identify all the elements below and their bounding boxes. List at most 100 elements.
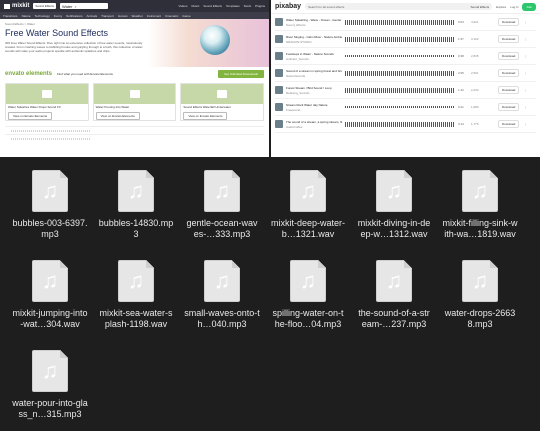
sound-author[interactable]: Relaxing_Sounds bbox=[286, 91, 342, 95]
subnav-item[interactable]: Transport bbox=[101, 14, 114, 18]
file-item[interactable]: ♫ mixkit-sea-water-splash-1198.wav bbox=[98, 260, 174, 330]
more-icon[interactable]: ⋮ bbox=[524, 37, 527, 41]
subnav-item[interactable]: Weather bbox=[132, 14, 143, 18]
music-note-icon[interactable]: ♫ bbox=[118, 260, 154, 302]
envato-cta-button[interactable]: Get Unlimited Downloads bbox=[218, 70, 264, 78]
more-icon[interactable]: ⋮ bbox=[524, 88, 527, 92]
music-note-icon[interactable]: ♫ bbox=[32, 350, 68, 392]
sound-row[interactable] bbox=[5, 134, 264, 142]
file-item[interactable]: ♫ bubbles-14830.mp3 bbox=[98, 170, 174, 240]
music-note-icon[interactable]: ♫ bbox=[376, 170, 412, 212]
play-icon[interactable] bbox=[275, 35, 283, 43]
music-note-icon[interactable]: ♫ bbox=[204, 260, 240, 302]
waveform[interactable] bbox=[345, 19, 455, 25]
subnav-item[interactable]: Game bbox=[182, 14, 190, 18]
nav-link-stock[interactable]: Stock bbox=[244, 4, 252, 8]
sound-row[interactable] bbox=[5, 126, 264, 134]
file-item[interactable]: ♫ water-drops-26638.mp3 bbox=[442, 260, 518, 330]
file-name[interactable]: mixkit-filling-sink-with-wa…1819.wav bbox=[442, 218, 518, 240]
breadcrumb[interactable]: Sound Effects > Water bbox=[5, 22, 264, 26]
sound-author[interactable]: DRAGON-STUDIO bbox=[286, 40, 342, 44]
file-name[interactable]: bubbles-003-6397.mp3 bbox=[12, 218, 88, 240]
envato-card[interactable]: Sound Effects Waterfall Underwater View … bbox=[180, 83, 265, 121]
download-button[interactable]: Download bbox=[498, 52, 520, 60]
play-icon[interactable] bbox=[217, 90, 228, 98]
file-name[interactable]: water-drops-26638.mp3 bbox=[442, 308, 518, 330]
file-name[interactable]: mixkit-sea-water-splash-1198.wav bbox=[98, 308, 174, 330]
subnav-item[interactable]: Notifications bbox=[66, 14, 82, 18]
waveform[interactable] bbox=[345, 55, 455, 57]
card-button[interactable]: View on Envato Elements bbox=[183, 112, 228, 120]
file-name[interactable]: mixkit-jumping-into-wat…304.wav bbox=[12, 308, 88, 330]
play-icon[interactable] bbox=[275, 52, 283, 60]
file-name[interactable]: spilling-water-on-the-floo…04.mp3 bbox=[270, 308, 346, 330]
waveform[interactable] bbox=[345, 121, 455, 127]
envato-card[interactable]: Water Splashes Water Drops Sound FX View… bbox=[5, 83, 89, 121]
nav-link-templates[interactable]: Templates bbox=[226, 4, 240, 8]
pixabay-logo[interactable]: pixabay bbox=[275, 3, 301, 10]
waveform[interactable] bbox=[345, 36, 455, 42]
nav-link-plugins[interactable]: Plugins bbox=[255, 4, 265, 8]
waveform[interactable] bbox=[345, 106, 455, 108]
file-item[interactable]: ♫ the-sound-of-a-stream-…237.mp3 bbox=[356, 260, 432, 330]
music-note-icon[interactable]: ♫ bbox=[204, 170, 240, 212]
pixabay-search-input[interactable]: Search for all sound effects Sound Effec… bbox=[305, 3, 493, 10]
sound-author[interactable]: Freesound bbox=[286, 108, 342, 112]
music-note-icon[interactable]: ♫ bbox=[32, 170, 68, 212]
file-item[interactable]: ♫ mixkit-deep-water-b…1321.wav bbox=[270, 170, 346, 240]
file-item[interactable]: ♫ water-pour-into-glass_n…315.mp3 bbox=[12, 350, 88, 420]
play-icon[interactable] bbox=[42, 90, 52, 98]
file-item[interactable]: ♫ bubbles-003-6397.mp3 bbox=[12, 170, 88, 240]
sound-title[interactable]: Sound of a stream in spring forest and b… bbox=[286, 69, 342, 73]
file-item[interactable]: ♫ spilling-water-on-the-floo…04.mp3 bbox=[270, 260, 346, 330]
download-button[interactable]: Download bbox=[498, 120, 520, 128]
download-button[interactable]: Download bbox=[498, 69, 520, 77]
subnav-item[interactable]: Funny bbox=[54, 14, 62, 18]
subnav-item[interactable]: Nature bbox=[22, 14, 31, 18]
card-button[interactable]: View on Envato Elements bbox=[8, 112, 53, 120]
download-button[interactable]: Download bbox=[498, 18, 520, 26]
music-note-icon[interactable]: ♫ bbox=[290, 260, 326, 302]
music-note-icon[interactable]: ♫ bbox=[462, 170, 498, 212]
waveform[interactable] bbox=[11, 137, 91, 140]
subnav-item[interactable]: Technology bbox=[35, 14, 50, 18]
file-item[interactable]: ♫ mixkit-jumping-into-wat…304.wav bbox=[12, 260, 88, 330]
mixkit-search-input[interactable]: Water ⌕ bbox=[59, 3, 108, 9]
subnav-item[interactable]: Human bbox=[118, 14, 128, 18]
join-button[interactable]: Join bbox=[522, 2, 536, 11]
subnav-item[interactable]: Transitions bbox=[3, 14, 18, 18]
play-icon[interactable] bbox=[129, 90, 140, 98]
subnav-item[interactable]: Animals bbox=[86, 14, 97, 18]
sound-author[interactable]: NatureSounds bbox=[286, 74, 342, 78]
waveform[interactable] bbox=[11, 129, 91, 132]
search-filter-select[interactable]: Sound Effects bbox=[471, 5, 490, 9]
file-item[interactable]: ♫ mixkit-diving-in-deep-w…1312.wav bbox=[356, 170, 432, 240]
file-item[interactable]: ♫ mixkit-filling-sink-with-wa…1819.wav bbox=[442, 170, 518, 240]
more-icon[interactable]: ⋮ bbox=[524, 54, 527, 58]
card-button[interactable]: View on Envato Elements bbox=[95, 112, 140, 120]
music-note-icon[interactable]: ♫ bbox=[376, 260, 412, 302]
sound-title[interactable]: Footsteps in Water - Nature Sounds bbox=[286, 52, 342, 56]
nav-link-music[interactable]: Music bbox=[191, 4, 199, 8]
music-note-icon[interactable]: ♫ bbox=[118, 170, 154, 212]
sound-author[interactable]: Sound_Effects bbox=[286, 23, 342, 27]
download-button[interactable]: Download bbox=[498, 103, 520, 111]
more-icon[interactable]: ⋮ bbox=[524, 105, 527, 109]
play-icon[interactable] bbox=[275, 69, 283, 77]
envato-card[interactable]: Water Pouring Into Water View on Envato … bbox=[92, 83, 177, 121]
file-name[interactable]: gentle-ocean-waves-…333.mp3 bbox=[184, 218, 260, 240]
more-icon[interactable]: ⋮ bbox=[524, 20, 527, 24]
sound-title[interactable]: Stream Rock Water day Nature bbox=[286, 103, 342, 107]
music-note-icon[interactable]: ♫ bbox=[290, 170, 326, 212]
sound-author[interactable]: Ambient_Sounds bbox=[286, 57, 342, 61]
file-item[interactable]: ♫ small-waves-onto-th…040.mp3 bbox=[184, 260, 260, 330]
play-icon[interactable] bbox=[275, 120, 283, 128]
sound-title[interactable]: The sound of a stream, a spring stream, … bbox=[286, 120, 342, 124]
file-name[interactable]: mixkit-diving-in-deep-w…1312.wav bbox=[356, 218, 432, 240]
sound-title[interactable]: Forest Stream / Bird Sound / Loop bbox=[286, 86, 342, 90]
nav-link-sound-effects[interactable]: Sound Effects bbox=[203, 4, 222, 8]
subnav-item[interactable]: Instrument bbox=[147, 14, 161, 18]
music-note-icon[interactable]: ♫ bbox=[462, 260, 498, 302]
waveform[interactable] bbox=[345, 87, 455, 93]
sound-author[interactable]: AudioCoffee bbox=[286, 125, 342, 129]
